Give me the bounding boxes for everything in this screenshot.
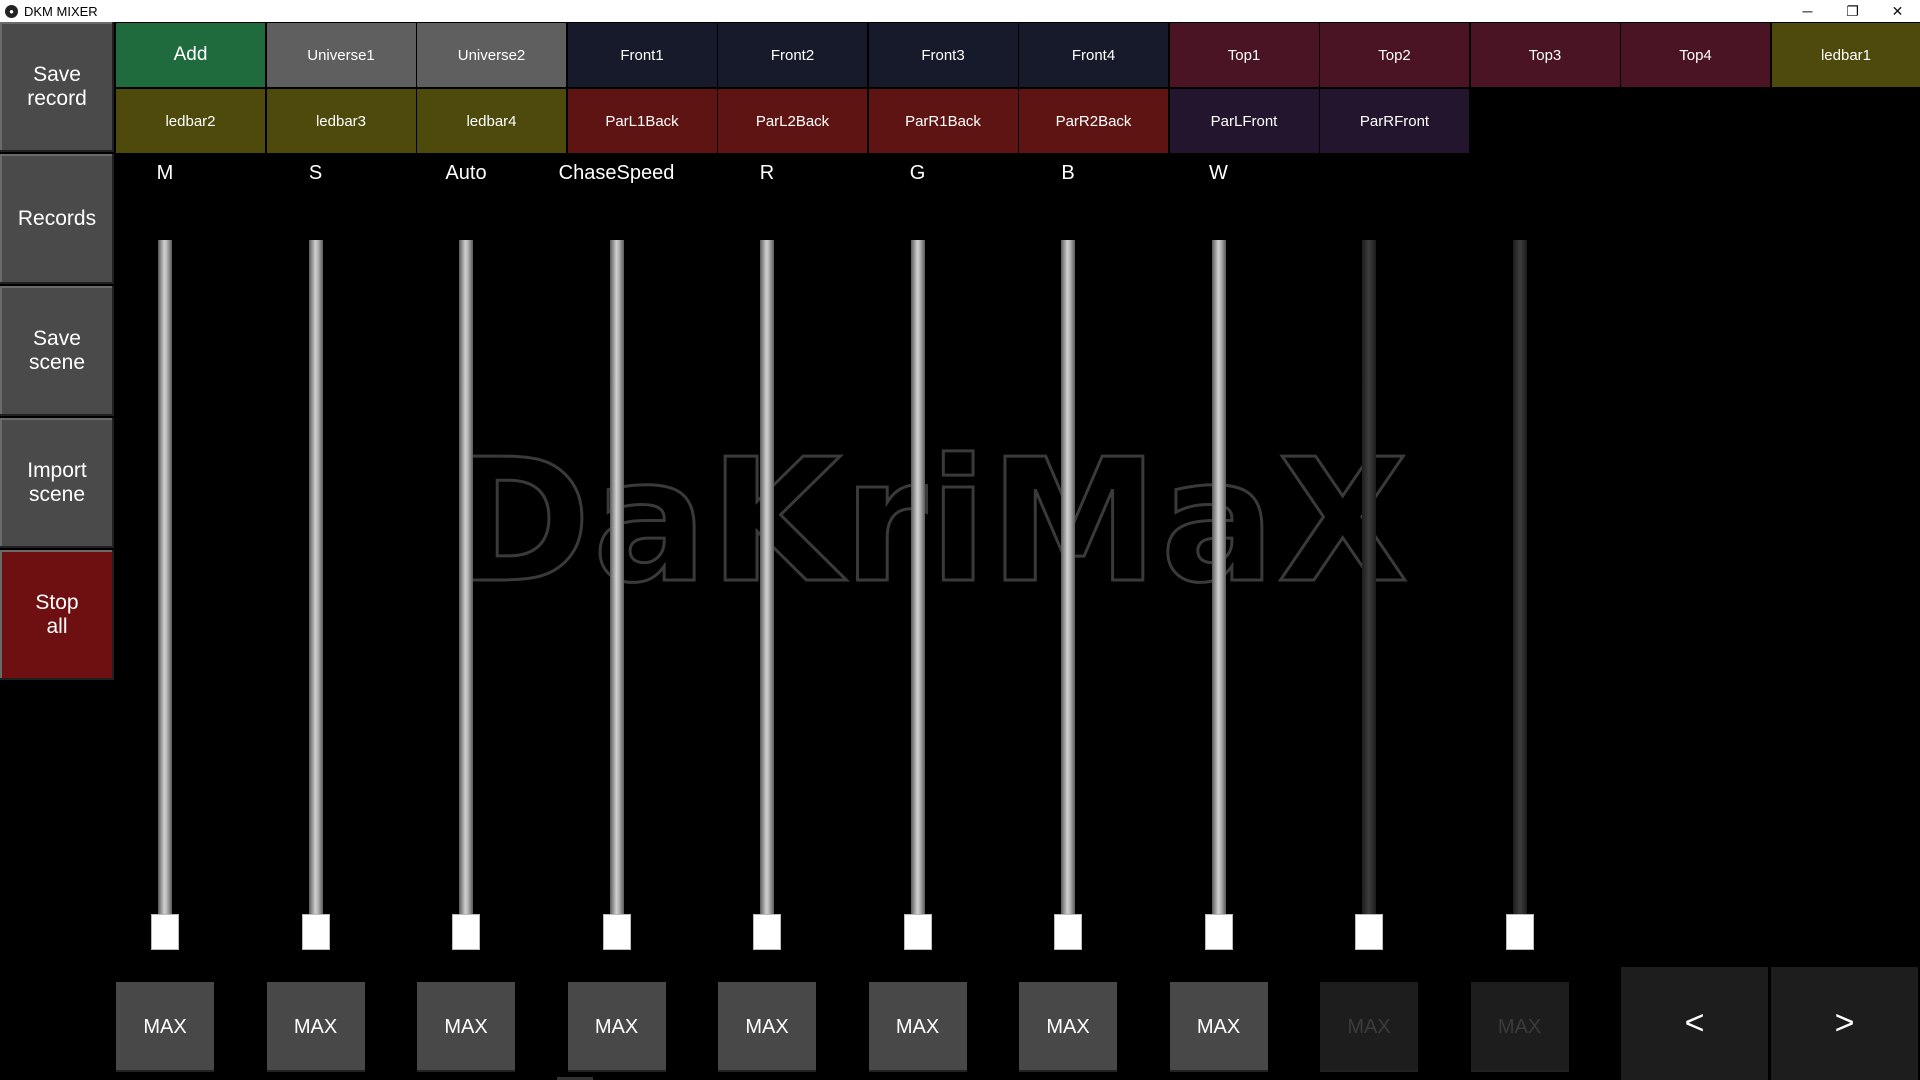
- max-button[interactable]: MAX: [1019, 982, 1117, 1072]
- group-button-front2[interactable]: Front2: [718, 23, 867, 87]
- sidebar-button-save-scene[interactable]: Save scene: [0, 286, 114, 416]
- watermark-text: DaKriMaX: [450, 440, 1411, 600]
- fader-handle[interactable]: [602, 914, 631, 950]
- max-button[interactable]: MAX: [266, 982, 365, 1072]
- max-button[interactable]: MAX: [567, 982, 666, 1072]
- channel-label: ChaseSpeed: [558, 162, 675, 184]
- fader-handle[interactable]: [301, 914, 330, 950]
- channel-label: Auto: [445, 162, 487, 184]
- max-button[interactable]: MAX: [116, 982, 214, 1072]
- group-button-front3[interactable]: Front3: [868, 23, 1018, 87]
- max-button[interactable]: MAX: [1320, 982, 1418, 1072]
- fader-handle[interactable]: [753, 914, 781, 950]
- group-button-front1[interactable]: Front1: [567, 23, 717, 87]
- max-button[interactable]: MAX: [1470, 982, 1569, 1072]
- sidebar-button-stop-all[interactable]: Stop all: [0, 550, 114, 680]
- group-button-ledbar3[interactable]: ledbar3: [266, 89, 416, 153]
- fader-track[interactable]: [459, 240, 473, 922]
- fader-track[interactable]: [910, 240, 925, 922]
- group-button-parrfront[interactable]: ParRFront: [1320, 89, 1469, 153]
- group-button-top4[interactable]: Top4: [1621, 23, 1770, 87]
- channel-label: M: [156, 162, 174, 184]
- dkm-logo-icon: ●: [5, 4, 18, 18]
- prev-page-button[interactable]: <: [1621, 967, 1768, 1080]
- fader-track[interactable]: [308, 240, 323, 922]
- sidebar-button-import-scene[interactable]: Import scene: [0, 418, 114, 548]
- fader-handle[interactable]: [452, 914, 480, 950]
- fader-handle[interactable]: [1505, 914, 1534, 950]
- sidebar-button-save-record[interactable]: Save record: [0, 22, 114, 152]
- channel-label: G: [909, 162, 926, 184]
- group-button-parl1back[interactable]: ParL1Back: [567, 89, 717, 153]
- group-button-top3[interactable]: Top3: [1470, 23, 1620, 87]
- fader-track[interactable]: [1362, 240, 1376, 922]
- window-title: DKM MIXER: [24, 3, 98, 19]
- fader-handle[interactable]: [1204, 914, 1233, 950]
- channel-label: R: [759, 162, 775, 184]
- group-button-top1[interactable]: Top1: [1169, 23, 1319, 87]
- max-button[interactable]: MAX: [718, 982, 816, 1072]
- title-bar: ● DKM MIXER ─ ❐ ✕: [0, 0, 1920, 22]
- fader-track[interactable]: [1061, 240, 1075, 922]
- group-button-universe1[interactable]: Universe1: [266, 23, 416, 87]
- group-button-parr2back[interactable]: ParR2Back: [1019, 89, 1168, 153]
- fader-handle[interactable]: [151, 914, 179, 950]
- channel-label: S: [308, 162, 323, 184]
- group-button-ledbar1[interactable]: ledbar1: [1771, 23, 1920, 87]
- group-button-parr1back[interactable]: ParR1Back: [868, 89, 1018, 153]
- channel-label: B: [1061, 162, 1075, 184]
- channel-label: W: [1209, 162, 1228, 184]
- max-button[interactable]: MAX: [868, 982, 967, 1072]
- fader-track[interactable]: [760, 240, 774, 922]
- watermark-logo: DaKriMaX: [448, 440, 1411, 600]
- next-page-button[interactable]: >: [1771, 967, 1918, 1080]
- group-button-parlfront[interactable]: ParLFront: [1169, 89, 1319, 153]
- group-button-ledbar4[interactable]: ledbar4: [417, 89, 566, 153]
- max-button[interactable]: MAX: [1169, 982, 1268, 1072]
- fader-track[interactable]: [609, 240, 624, 922]
- fader-handle[interactable]: [1355, 914, 1383, 950]
- group-button-universe2[interactable]: Universe2: [417, 23, 566, 87]
- group-button-parl2back[interactable]: ParL2Back: [718, 89, 867, 153]
- fader-handle[interactable]: [1054, 914, 1082, 950]
- group-button-add[interactable]: Add: [116, 23, 265, 87]
- close-icon[interactable]: ✕: [1875, 0, 1920, 22]
- fader-track[interactable]: [1211, 240, 1226, 922]
- fader-track[interactable]: [158, 240, 172, 922]
- fader-track[interactable]: [1512, 240, 1527, 922]
- group-button-front4[interactable]: Front4: [1019, 23, 1168, 87]
- fader-handle[interactable]: [903, 914, 932, 950]
- minimize-icon[interactable]: ─: [1785, 0, 1830, 22]
- max-button[interactable]: MAX: [417, 982, 515, 1072]
- restore-icon[interactable]: ❐: [1830, 0, 1875, 22]
- group-button-ledbar2[interactable]: ledbar2: [116, 89, 265, 153]
- group-button-top2[interactable]: Top2: [1320, 23, 1469, 87]
